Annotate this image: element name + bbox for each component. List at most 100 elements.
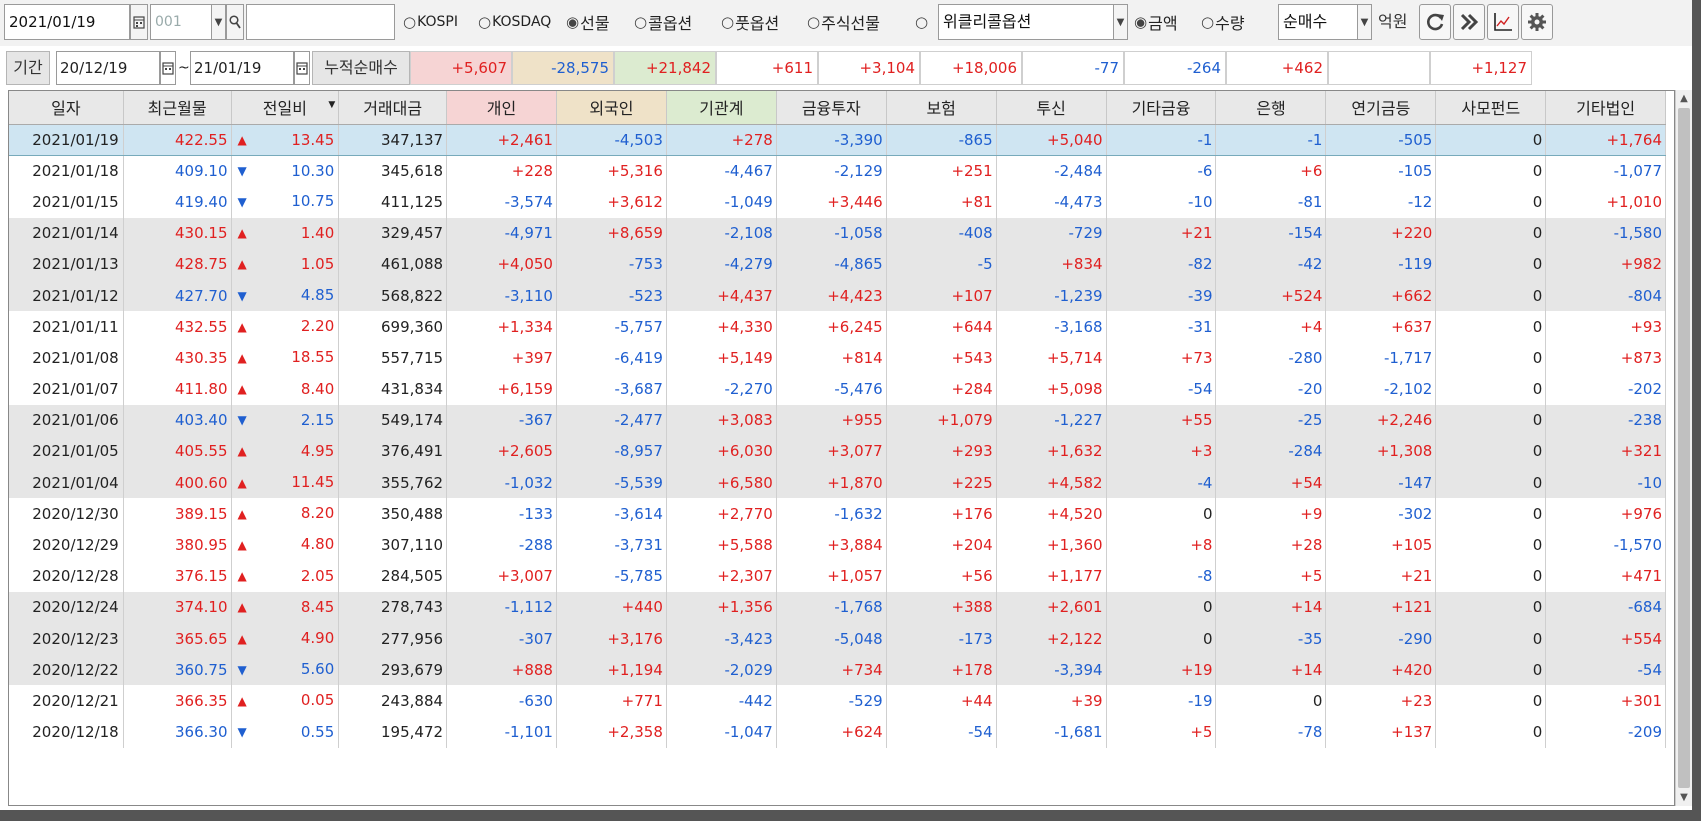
sum-institution: +21,842 [614,51,716,85]
cell-pension: +220 [1325,217,1437,249]
col-other-corp[interactable]: 기타법인 [1545,91,1666,125]
table-row[interactable]: 2021/01/04 400.60 ▲ 11.45 355,762 -1,032 -5,53… [9,467,1666,499]
cell-foreign: +3,612 [556,186,667,218]
cell-private-fund: 0 [1435,155,1547,187]
next-icon[interactable] [1453,4,1485,40]
table-row[interactable]: 2021/01/15 419.40 ▼ 10.75 411,125 -3,574 +3,61… [9,186,1666,218]
table-row[interactable]: 2021/01/18 409.10 ▼ 10.30 345,618 +228 +5,316-… [9,155,1666,187]
cell-pension: +2,246 [1325,404,1437,436]
cell-bank: -78 [1215,716,1327,748]
end-date-input[interactable]: 21/01/19 [190,51,294,85]
table-row[interactable]: 2021/01/06 403.40 ▼ 2.15 549,174 -367 -2,477 +3… [9,404,1666,436]
table-row[interactable]: 2020/12/22 360.75 ▼ 5.60 293,679 +888 +1,194 -2… [9,654,1666,686]
table-row[interactable]: 2021/01/08 430.35 ▲ 18.55 557,715 +397 -6,419 +… [9,342,1666,374]
table-row[interactable]: 2021/01/11 432.55 ▲ 2.20 699,360 +1,334 -5,757… [9,311,1666,343]
col-financial-invest[interactable]: 금융투자 [776,91,887,125]
sort-dropdown-icon[interactable]: ▼ [328,100,335,110]
table-row[interactable]: 2020/12/24 374.10 ▲ 8.45 278,743 -1,112 +440 +1… [9,591,1666,623]
vertical-scrollbar[interactable]: ▲ ▼ [1675,90,1692,806]
cell-private-fund: 0 [1435,373,1547,405]
table-row[interactable]: 2020/12/18 366.30 ▼ 0.55 195,472 -1,101 +2,358… [9,716,1666,748]
col-change[interactable]: 전일비 ▼ [231,91,340,125]
name-input[interactable] [246,4,395,40]
cell-date: 2021/01/14 [9,217,124,249]
col-individual[interactable]: 개인 [446,91,557,125]
col-front-month[interactable]: 최근월물 [123,91,232,125]
table-row[interactable]: 2021/01/19 422.55 ▲ 13.45 347,137 +2,461 -4,50… [9,123,1666,156]
date-input[interactable]: 2021/01/19 [4,4,130,40]
mode-select[interactable]: 순매수 [1278,4,1358,40]
period-label: 기간 [6,51,50,85]
cell-pension: -105 [1325,155,1437,187]
radio-quantity[interactable]: ○ 수량 [1201,4,1245,40]
table-row[interactable]: 2020/12/29 380.95 ▲ 4.80 307,110 -288 -3,731 +5… [9,529,1666,561]
cell-date: 2020/12/23 [9,623,124,655]
col-pension[interactable]: 연기금등 [1325,91,1437,125]
col-foreign[interactable]: 외국인 [556,91,667,125]
radio-weekly[interactable]: ○ [915,4,929,40]
cell-price: 380.95 [123,529,232,561]
mode-dropdown-icon[interactable]: ▼ [1358,4,1372,40]
table-row[interactable]: 2020/12/21 366.35 ▲ 0.05 243,884 -630 +771 -442… [9,685,1666,717]
scroll-down-icon[interactable]: ▼ [1676,789,1692,806]
product-dropdown-icon[interactable]: ▼ [1114,4,1128,40]
cell-bank: +14 [1215,591,1327,623]
cell-financial-invest: -1,058 [776,217,887,249]
scroll-thumb[interactable] [1678,108,1690,788]
calendar-icon[interactable] [130,4,148,40]
cell-individual: +2,461 [446,123,557,156]
col-volume[interactable]: 거래대금 [338,91,448,125]
change-value: 4.80 [300,535,335,554]
change-value: 2.05 [300,566,335,585]
col-date[interactable]: 일자 [9,91,124,125]
cell-trust: -3,394 [996,654,1107,686]
cell-financial-invest: +814 [776,342,887,374]
range-tilde: ~ [178,60,190,76]
start-date-input[interactable]: 20/12/19 [56,51,160,85]
col-trust[interactable]: 투신 [996,91,1107,125]
cell-insurance: +543 [886,342,997,374]
refresh-icon[interactable] [1419,4,1451,40]
col-bank[interactable]: 은행 [1215,91,1327,125]
table-row[interactable]: 2021/01/07 411.80 ▲ 8.40 431,834 +6,159 -3,687… [9,373,1666,405]
cell-foreign: +8,659 [556,217,667,249]
chart-icon[interactable] [1487,4,1519,40]
radio-call-option[interactable]: ○ 콜옵션 [634,4,692,40]
investor-table[interactable]: 일자 최근월물 전일비 ▼ 거래대금 개인 외국인 기관계 금융투자 보험 투신 … [8,90,1675,806]
cell-date: 2021/01/07 [9,373,124,405]
cell-bank: -280 [1215,342,1327,374]
table-row[interactable]: 2021/01/12 427.70 ▼ 4.85 568,822 -3,110 -523 +4… [9,279,1666,312]
radio-stock-futures[interactable]: ○ 주식선물 [807,4,880,40]
search-icon[interactable] [226,4,244,40]
cell-foreign: -3,614 [556,498,667,530]
table-row[interactable]: 2021/01/13 428.75 ▲ 1.05 461,088 +4,050 -753 -4… [9,248,1666,280]
col-private-fund[interactable]: 사모펀드 [1435,91,1547,125]
radio-on-icon: ◉ [1134,13,1148,31]
calendar-icon[interactable] [294,51,310,85]
cell-volume: 376,491 [338,435,448,468]
col-institution[interactable]: 기관계 [666,91,777,125]
table-row[interactable]: 2020/12/30 389.15 ▲ 8.20 350,488 -133 -3,614 +2… [9,498,1666,530]
radio-off-icon: ○ [403,13,417,31]
col-insurance[interactable]: 보험 [886,91,997,125]
col-other-finance[interactable]: 기타금융 [1106,91,1217,125]
calendar-icon[interactable] [160,51,176,85]
table-row[interactable]: 2021/01/05 405.55 ▲ 4.95 376,491 +2,605 -8,957… [9,435,1666,468]
table-row[interactable]: 2020/12/23 365.65 ▲ 4.90 277,956 -307 +3,176 -3… [9,623,1666,655]
radio-futures[interactable]: ◉ 선물 [566,4,610,40]
code-input[interactable]: 001 [150,4,212,40]
product-select[interactable]: 위클리콜옵션 [938,4,1114,40]
sum-insurance: +3,104 [818,51,920,85]
cell-financial-invest: +734 [776,654,887,686]
radio-amount[interactable]: ◉ 금액 [1134,4,1178,40]
radio-kospi[interactable]: ○ KOSPI [403,4,458,40]
cell-bank: +4 [1215,311,1327,343]
scroll-up-icon[interactable]: ▲ [1676,90,1692,107]
table-row[interactable]: 2021/01/14 430.15 ▲ 1.40 329,457 -4,971 +8,659… [9,217,1666,249]
radio-put-option[interactable]: ○ 풋옵션 [721,4,779,40]
cell-other-finance: -6 [1106,155,1217,187]
radio-kosdaq[interactable]: ○ KOSDAQ [478,4,551,40]
code-dropdown-icon[interactable]: ▼ [212,4,226,40]
settings-icon[interactable] [1521,4,1553,40]
table-row[interactable]: 2020/12/28 376.15 ▲ 2.05 284,505 +3,007 -5,785… [9,560,1666,592]
